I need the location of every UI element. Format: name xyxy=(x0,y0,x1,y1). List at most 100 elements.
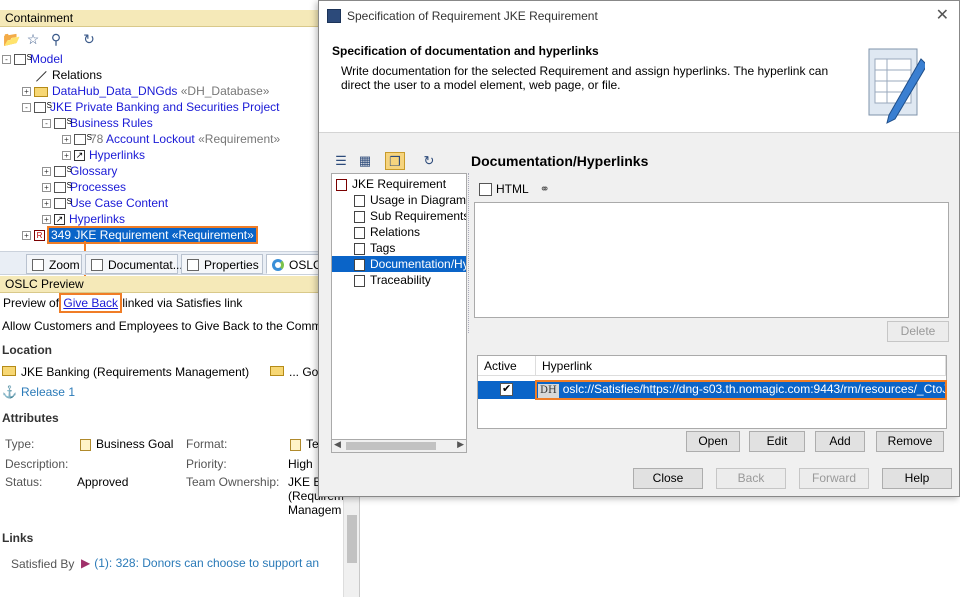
search-icon[interactable]: ⚲ xyxy=(48,31,64,47)
nav-item-label: Documentation/Hyperlinks xyxy=(370,257,466,271)
hyperlink-icon: ↗ xyxy=(54,214,65,226)
add-button[interactable]: Add xyxy=(815,431,865,452)
location-value[interactable]: JKE Banking (Requirements Management) xyxy=(21,365,249,379)
nav-item[interactable]: Traceability xyxy=(332,272,466,288)
open-folder-icon[interactable]: 📂 xyxy=(3,31,20,47)
expand-icon[interactable]: + xyxy=(22,87,31,97)
doc-icon xyxy=(290,438,301,451)
nav-item[interactable]: JKE Requirement xyxy=(332,176,466,192)
collapse-icon[interactable]: - xyxy=(22,103,31,113)
folder-icon xyxy=(2,366,16,376)
release-link[interactable]: Release 1 xyxy=(21,385,75,399)
copy-icon[interactable]: ❐ xyxy=(385,152,405,170)
scroll-thumb[interactable] xyxy=(347,515,357,563)
column-active[interactable]: Active xyxy=(478,356,536,376)
package-icon xyxy=(54,194,72,210)
preview-suffix: linked via Satisfies link xyxy=(119,296,243,310)
expand-icon[interactable]: + xyxy=(42,167,51,177)
page-icon xyxy=(354,226,365,239)
tree-item[interactable]: Relations xyxy=(22,67,102,83)
delete-button[interactable]: Delete xyxy=(887,321,949,342)
column-hyperlink[interactable]: Hyperlink xyxy=(536,356,946,376)
table-row[interactable]: DHoslc://Satisfies/https://dng-s03.th.no… xyxy=(478,380,947,400)
tree-view-icon[interactable]: ☰ xyxy=(331,152,351,170)
tree-item-label: Business Rules xyxy=(70,116,153,130)
tab-documentat[interactable]: Documentat... xyxy=(85,254,183,274)
tree-item[interactable]: + Use Case Content xyxy=(42,194,168,211)
satisfied-by-link[interactable]: (1): 328: Donors can choose to support a… xyxy=(94,556,319,570)
nav-item[interactable]: Tags xyxy=(332,240,466,256)
preview-prefix: Preview of xyxy=(3,296,63,310)
expand-icon[interactable]: + xyxy=(42,199,51,209)
expand-icon[interactable]: + xyxy=(42,183,51,193)
remove-button[interactable]: Remove xyxy=(876,431,944,452)
package-icon xyxy=(74,130,92,146)
documentation-textarea[interactable] xyxy=(474,202,949,318)
back-button[interactable]: Back xyxy=(716,468,786,489)
tree-item-label: Relations xyxy=(52,68,103,82)
expand-icon[interactable]: + xyxy=(62,135,71,145)
sync-icon[interactable]: ↻ xyxy=(81,31,97,47)
properties-icon xyxy=(187,259,199,271)
containment-toolbar: 📂 ☆ ⚲ ↻ xyxy=(0,29,360,49)
tree-item[interactable]: +78 Account Lockout «Requirement» xyxy=(62,130,280,147)
html-checkbox[interactable] xyxy=(479,183,492,197)
location-more[interactable]: ... Go xyxy=(270,365,318,379)
refresh-icon[interactable]: ↻ xyxy=(419,152,439,170)
html-checkbox-row[interactable]: HTML ⚭ xyxy=(479,182,550,197)
close-button[interactable]: Close xyxy=(633,468,703,489)
tree-item[interactable]: + DataHub_Data_DNGds «DH_Database» xyxy=(22,83,269,99)
tree-item[interactable]: - Model xyxy=(2,50,63,67)
tree-item[interactable]: + Glossary xyxy=(42,162,117,179)
team-ownership-value-3: Managem xyxy=(288,503,342,517)
tab-properties[interactable]: Properties xyxy=(181,254,263,274)
nav-item[interactable]: Usage in Diagrams xyxy=(332,192,466,208)
zoom-icon xyxy=(32,259,44,271)
tree-item[interactable]: + Processes xyxy=(42,178,126,195)
expand-icon[interactable]: + xyxy=(62,151,71,161)
page-icon xyxy=(354,210,365,223)
nav-item[interactable]: Documentation/Hyperlinks xyxy=(332,256,466,272)
tab-label: OSLC xyxy=(289,258,322,272)
active-checkbox[interactable] xyxy=(500,382,513,396)
nav-item-label: Usage in Diagrams xyxy=(370,193,467,207)
splitter[interactable] xyxy=(468,173,471,333)
nav-item[interactable]: Relations xyxy=(332,224,466,240)
containment-title: Containment xyxy=(0,10,360,27)
edit-button[interactable]: Edit xyxy=(749,431,805,452)
containment-title-text: Containment xyxy=(5,11,74,25)
collapse-icon[interactable]: - xyxy=(2,55,11,65)
nav-horizontal-scrollbar[interactable]: ◀ ▶ xyxy=(331,439,467,453)
scroll-left-icon[interactable]: ◀ xyxy=(334,439,341,450)
scroll-thumb[interactable] xyxy=(346,442,436,450)
status-label: Status: xyxy=(5,475,43,489)
nav-item-label: JKE Requirement xyxy=(352,177,447,191)
attach-link-icon[interactable]: ⚭ xyxy=(540,182,550,196)
expand-icon[interactable]: + xyxy=(22,231,31,241)
release-row[interactable]: ⚓ Release 1 xyxy=(2,385,75,399)
nav-item[interactable]: Sub Requirements xyxy=(332,208,466,224)
tab-oslc[interactable]: OSLC xyxy=(266,254,326,274)
description-label: Description: xyxy=(5,457,69,471)
tab-zoom[interactable]: Zoom xyxy=(26,254,82,274)
scroll-right-icon[interactable]: ▶ xyxy=(457,439,464,450)
tree-item[interactable]: + ↗ Hyperlinks xyxy=(42,211,125,227)
tree-item[interactable]: - JKE Private Banking and Securities Proj… xyxy=(22,98,279,115)
help-button[interactable]: Help xyxy=(882,468,952,489)
expand-icon[interactable]: + xyxy=(42,215,51,225)
app-icon xyxy=(327,9,341,23)
tree-item[interactable]: + ↗ Hyperlinks xyxy=(62,147,145,163)
collapse-icon[interactable]: - xyxy=(42,119,51,129)
close-icon[interactable]: ✕ xyxy=(936,1,949,31)
tree-item[interactable]: - Business Rules xyxy=(42,114,153,131)
open-button[interactable]: Open xyxy=(686,431,740,452)
hyperlink-cell[interactable]: DH oslc://Satisfies/https://dng-s03.th.no… xyxy=(535,380,947,400)
forward-button[interactable]: Forward xyxy=(799,468,869,489)
tree-item[interactable]: + R 349 JKE Requirement «Requirement» xyxy=(22,226,258,244)
package-icon xyxy=(54,114,72,130)
give-back-link[interactable]: Give Back xyxy=(59,293,123,313)
hierarchy-icon[interactable]: ▦ xyxy=(355,152,375,170)
documentation-icon xyxy=(91,259,103,271)
favorites-star-icon[interactable]: ☆ xyxy=(25,31,41,47)
expand-arrow-icon[interactable]: ▶ xyxy=(81,556,90,570)
